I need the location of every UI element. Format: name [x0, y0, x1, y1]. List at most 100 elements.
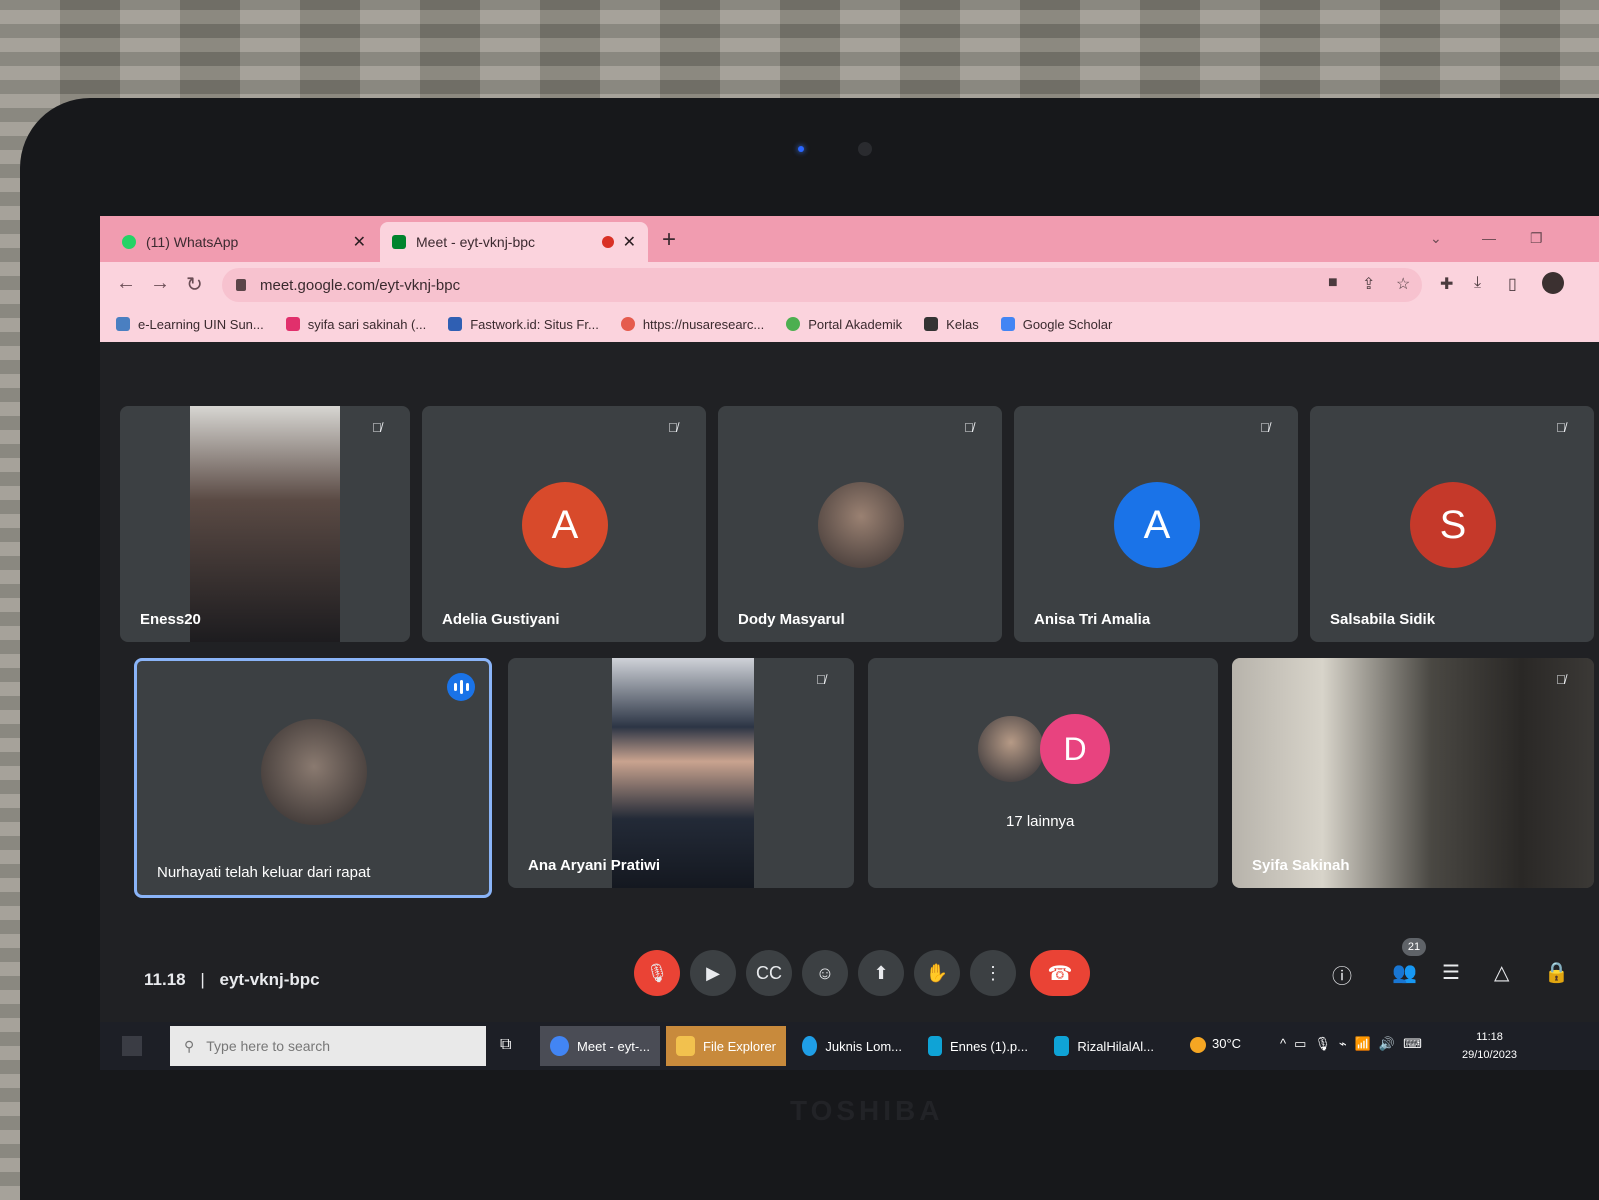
participant-video [1232, 658, 1594, 888]
taskbar-search-input[interactable]: ⚲ Type here to search [170, 1026, 486, 1066]
download-icon[interactable]: ⤓ [1474, 274, 1492, 292]
browser-toolbar: ← → ↻ meet.google.com/eyt-vknj-bpc ■ ⇪ ☆… [100, 262, 1599, 306]
task-view-icon[interactable]: ⧉ [500, 1036, 511, 1054]
chat-icon[interactable]: ☰ [1442, 960, 1460, 985]
maximize-icon[interactable]: ❐ [1530, 230, 1543, 247]
bookmark-label: Kelas [946, 316, 979, 332]
participant-name: Syifa Sakinah [1252, 857, 1350, 874]
muted-mic-icon: 🎙̸ [1556, 672, 1566, 687]
others-tile[interactable]: D 17 lainnya [868, 658, 1218, 888]
taskbar-app-chrome[interactable]: Meet - eyt-... [540, 1026, 660, 1066]
tab-whatsapp[interactable]: (11) WhatsApp ✕ [110, 222, 378, 262]
new-tab-button[interactable]: + [662, 226, 676, 254]
participant-tile[interactable]: S 🎙̸ Salsabila Sidik [1310, 406, 1594, 642]
captions-button[interactable]: CC [746, 950, 792, 996]
muted-mic-icon: 🎙̸ [1556, 420, 1566, 435]
muted-mic-icon: 🎙̸ [372, 420, 382, 435]
side-panel-icon[interactable]: ▯ [1508, 274, 1526, 293]
elearning-icon [116, 317, 130, 331]
bookmark-portal-akademik[interactable]: Portal Akademik [786, 317, 902, 332]
meeting-info: 11.18 | eyt-vknj-bpc [144, 970, 320, 990]
edge-icon [802, 1036, 818, 1056]
meet-icon [392, 235, 406, 249]
taskbar-clock[interactable]: 11:18 29/10/2023 [1462, 1028, 1517, 1064]
back-arrow-icon[interactable]: ← [116, 272, 136, 295]
instagram-icon [285, 317, 300, 331]
taskbar-app-edge[interactable]: Juknis Lom... [792, 1026, 912, 1066]
bookmarks-bar: e-Learning UIN Sun... syifa sari sakinah… [100, 306, 1599, 342]
participant-tile[interactable]: A 🎙̸ Anisa Tri Amalia [1014, 406, 1298, 642]
profile-avatar[interactable] [1542, 272, 1564, 294]
mic-off-button[interactable]: 🎙 [634, 950, 680, 996]
weather-widget[interactable]: 30°C [1190, 1036, 1241, 1053]
share-icon[interactable]: ⇪ [1362, 274, 1380, 293]
participant-name: Salsabila Sidik [1330, 611, 1436, 628]
bookmark-kelas[interactable]: Kelas [924, 317, 979, 332]
activities-icon[interactable]: △ [1494, 960, 1509, 985]
search-icon: ⚲ [184, 1037, 195, 1054]
app-label: Ennes (1).p... [949, 1038, 1028, 1054]
participant-name: Anisa Tri Amalia [1034, 611, 1151, 628]
taskbar-app-file-explorer[interactable]: File Explorer [666, 1026, 786, 1066]
reload-icon[interactable]: ↻ [186, 272, 203, 297]
taskbar-app-doc[interactable]: Ennes (1).p... [918, 1026, 1038, 1066]
bookmark-fastwork[interactable]: Fastwork.id: Situs Fr... [448, 317, 599, 332]
temperature: 30°C [1212, 1036, 1242, 1051]
participant-avatar: A [522, 482, 608, 568]
taskbar-app-doc[interactable]: RizalHilalAl... [1044, 1026, 1164, 1066]
bookmark-label: Fastwork.id: Situs Fr... [470, 316, 599, 332]
tab-strip: (11) WhatsApp ✕ Meet - eyt-vknj-bpc ✕ + … [100, 216, 1599, 262]
participant-tile[interactable]: 🎙̸ Ana Aryani Pratiwi [508, 658, 854, 888]
close-tab-icon[interactable]: ✕ [353, 232, 366, 252]
camera-icon[interactable]: ■ [1328, 274, 1346, 292]
participant-avatar [978, 716, 1044, 782]
participant-name: Eness20 [140, 611, 201, 628]
people-icon[interactable]: 👥 [1392, 960, 1417, 985]
star-icon[interactable]: ☆ [1396, 274, 1414, 293]
participant-tile[interactable]: 🎙̸ Eness20 [120, 406, 410, 642]
bookmark-nusaresearch[interactable]: https://nusaresearc... [620, 316, 765, 332]
bookmark-label: Portal Akademik [808, 316, 903, 332]
clock-time: 11:18 [1476, 1031, 1503, 1043]
leave-call-button[interactable]: ☎ [1030, 950, 1090, 996]
tab-search-icon[interactable]: ⌄ [1430, 230, 1442, 247]
camera-button[interactable]: ▶ [690, 950, 736, 996]
muted-mic-icon: 🎙̸ [1260, 420, 1270, 435]
participant-tile[interactable]: 🎙̸ Syifa Sakinah [1232, 658, 1594, 888]
more-options-button[interactable]: ⋮ [970, 950, 1016, 996]
muted-mic-icon: 🎙̸ [964, 420, 974, 435]
app-label: Meet - eyt-... [577, 1038, 650, 1054]
tab-meet[interactable]: Meet - eyt-vknj-bpc ✕ [380, 222, 648, 262]
extensions-icon[interactable]: ✚ [1440, 274, 1458, 293]
host-controls-icon[interactable]: 🔒 [1544, 960, 1569, 985]
raise-hand-button[interactable]: ✋ [914, 950, 960, 996]
meeting-code: eyt-vknj-bpc [219, 970, 320, 989]
system-tray-icons[interactable]: ^▭🎙⌁📶🔊⌨ [1280, 1036, 1430, 1052]
info-icon[interactable]: ⓘ [1332, 960, 1352, 989]
emoji-button[interactable]: ☺ [802, 950, 848, 996]
bookmark-label: https://nusaresearc... [642, 316, 765, 332]
participant-tile-speaking[interactable]: Nurhayati telah keluar dari rapat [134, 658, 492, 898]
folder-icon [676, 1036, 696, 1056]
participant-tile[interactable]: 🎙̸ Dody Masyarul [718, 406, 1002, 642]
participant-count-badge: 21 [1402, 938, 1426, 956]
forward-arrow-icon[interactable]: → [150, 272, 170, 295]
participant-avatar: A [1114, 482, 1200, 568]
bookmark-elearning[interactable]: e-Learning UIN Sun... [116, 317, 264, 332]
address-bar[interactable]: meet.google.com/eyt-vknj-bpc [222, 268, 1422, 302]
muted-mic-icon: 🎙̸ [816, 672, 826, 687]
participant-avatar [818, 482, 904, 568]
minimize-icon[interactable]: — [1482, 230, 1496, 246]
bookmark-label: e-Learning UIN Sun... [138, 316, 264, 332]
whatsapp-icon [122, 235, 136, 249]
bookmark-instagram[interactable]: syifa sari sakinah (... [285, 317, 426, 332]
others-count-label: 17 lainnya [1006, 813, 1075, 830]
speaking-indicator-icon [447, 673, 475, 701]
windows-start-icon[interactable] [122, 1036, 142, 1056]
bookmark-google-scholar[interactable]: Google Scholar [1000, 317, 1112, 332]
participant-tile[interactable]: A 🎙̸ Adelia Gustiyani [422, 406, 706, 642]
tab-label: (11) WhatsApp [146, 234, 239, 250]
participant-video [190, 406, 340, 642]
close-tab-icon[interactable]: ✕ [623, 232, 636, 252]
present-screen-button[interactable]: ⬆ [858, 950, 904, 996]
